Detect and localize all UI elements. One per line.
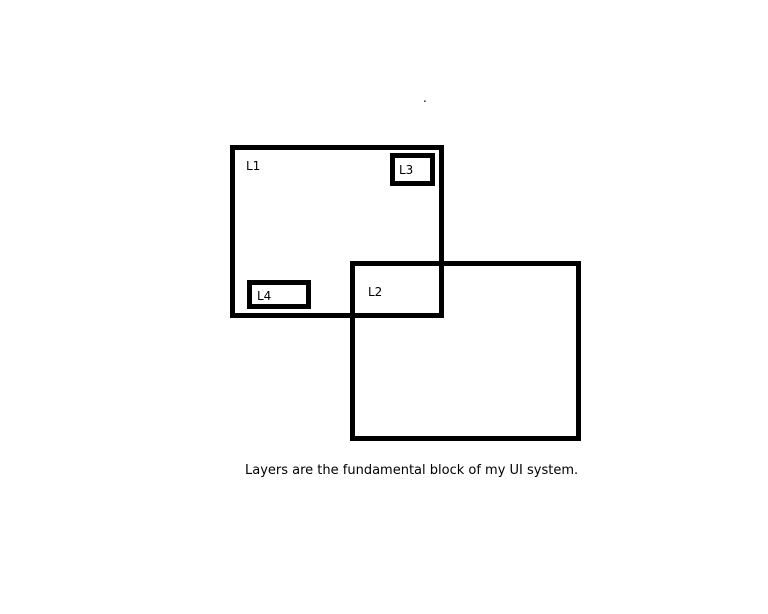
layer-l3-label: L3 bbox=[399, 163, 414, 177]
layer-l1-label: L1 bbox=[246, 159, 261, 173]
layer-l4-label: L4 bbox=[257, 289, 272, 303]
layer-l2-box bbox=[350, 261, 581, 441]
diagram-caption: Layers are the fundamental block of my U… bbox=[245, 463, 579, 478]
layer-l2-label: L2 bbox=[368, 285, 383, 299]
stray-dot: . bbox=[423, 91, 427, 105]
